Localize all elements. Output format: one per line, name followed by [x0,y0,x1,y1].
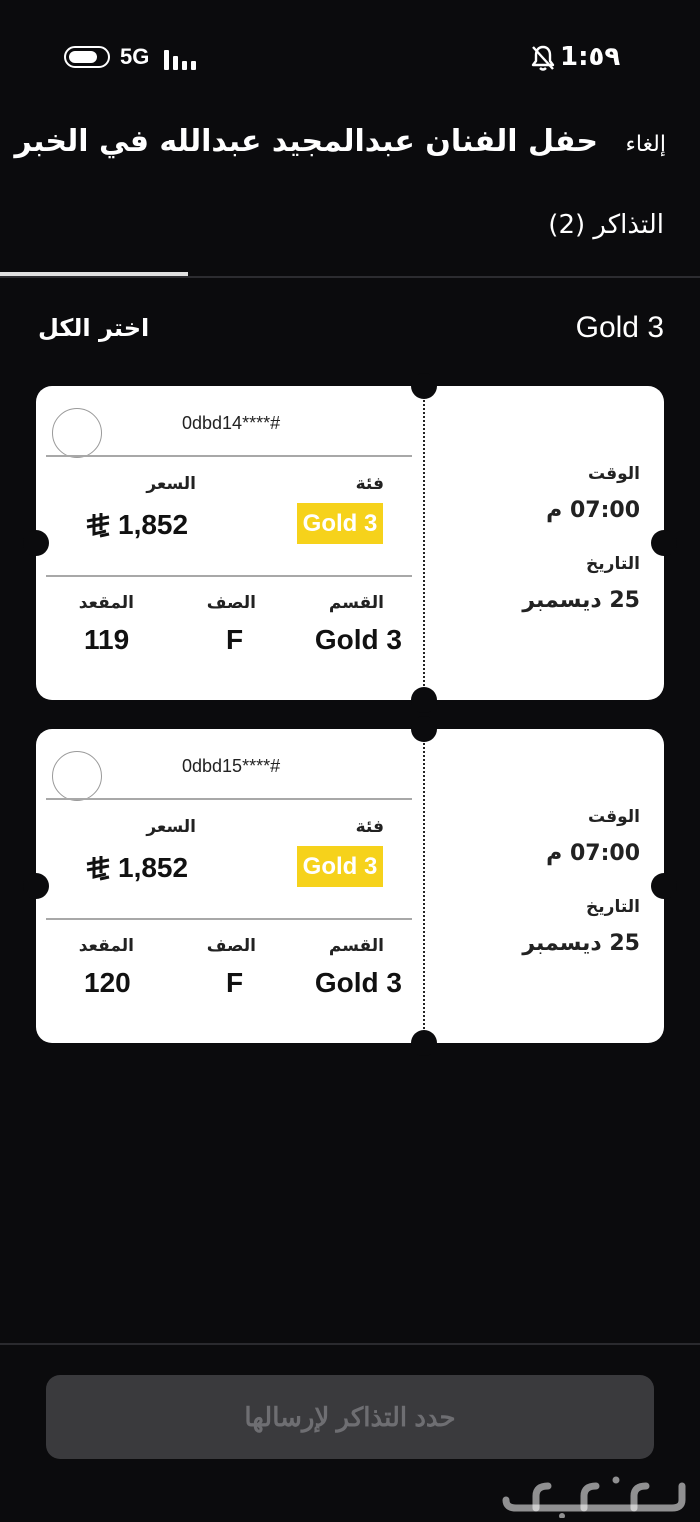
date-label: التاريخ [586,554,640,574]
seat-value: 120 [84,967,131,998]
ticket-card[interactable]: 0dbd15****# فئة السعر Gold 3 1,852 القسم… [23,716,677,1056]
battery-icon [64,46,110,68]
price-value: 1,852 [118,509,189,540]
ticket-notch [651,873,677,899]
price-row: 1,852 [84,850,188,886]
ticket-notch [411,1030,437,1056]
ticket-perforation [423,400,425,686]
time-label: الوقت [588,807,640,827]
divider [46,918,412,920]
ticket-perforation [423,743,425,1029]
time-value: 07:00 م [546,498,640,523]
tab-indicator [0,272,188,276]
ticket-id: 0dbd15****# [182,756,281,776]
time-label: الوقت [588,464,640,484]
category-label: فئة [355,474,384,494]
event-title: حفل الفنان عبدالمجيد عبدالله في الخبر [14,124,598,159]
ticket-notch [651,530,677,556]
seat-value: 119 [84,624,130,655]
screen: 5G 1:٥٩ إلغاء حفل الفنان عبدالمجيد عبدال… [0,0,700,1522]
price-row: 1,852 [84,507,188,543]
footer-divider [0,1343,700,1345]
signal-icon [164,48,200,70]
ticket-select-checkbox[interactable] [52,751,102,801]
category-badge: Gold 3 [297,846,383,887]
ticket-id: 0dbd14****# [182,413,281,433]
riyal-currency-icon [86,513,110,538]
network-label: 5G [120,44,150,69]
select-all-button[interactable]: اختر الكل [38,314,149,342]
seat-label: المقعد [78,936,134,956]
ticket-card[interactable]: 0dbd14****# فئة السعر Gold 3 1,852 القسم… [23,373,677,713]
category-label: فئة [355,817,384,837]
watermark-logo [502,1476,686,1518]
ticket-notch [411,687,437,713]
ticket-notch [411,373,437,399]
mute-icon [531,45,555,71]
section-label: القسم [328,593,384,613]
divider [46,575,412,577]
ticket-notch [411,716,437,742]
ticket-notch [23,530,49,556]
tab-track [0,276,700,278]
price-label: السعر [146,474,196,494]
clock: 1:٥٩ [560,42,621,72]
section-value: Gold 3 [314,624,402,655]
row-label: الصف [206,593,256,613]
row-value: F [226,967,244,998]
row-label: الصف [206,936,256,956]
date-label: التاريخ [586,897,640,917]
price-label: السعر [146,817,196,837]
date-value: 25 ديسمبر [522,931,640,956]
date-value: 25 ديسمبر [522,588,640,613]
section-value: Gold 3 [314,967,402,998]
status-bar: 5G 1:٥٩ [0,40,700,76]
section-label: القسم [328,936,384,956]
divider [46,455,412,457]
ticket-select-checkbox[interactable] [52,408,102,458]
divider [46,798,412,800]
send-tickets-button[interactable]: حدد التذاكر لإرسالها [46,1375,654,1459]
row-value: F [226,624,244,655]
section-title: Gold 3 [575,311,664,344]
cancel-button[interactable]: إلغاء [626,132,666,157]
category-badge: Gold 3 [297,503,383,544]
seat-label: المقعد [78,593,134,613]
price-value: 1,852 [118,852,189,883]
time-value: 07:00 م [546,841,640,866]
riyal-currency-icon [86,856,110,881]
tab-tickets[interactable]: التذاكر (2) [548,210,664,240]
ticket-notch [23,873,49,899]
